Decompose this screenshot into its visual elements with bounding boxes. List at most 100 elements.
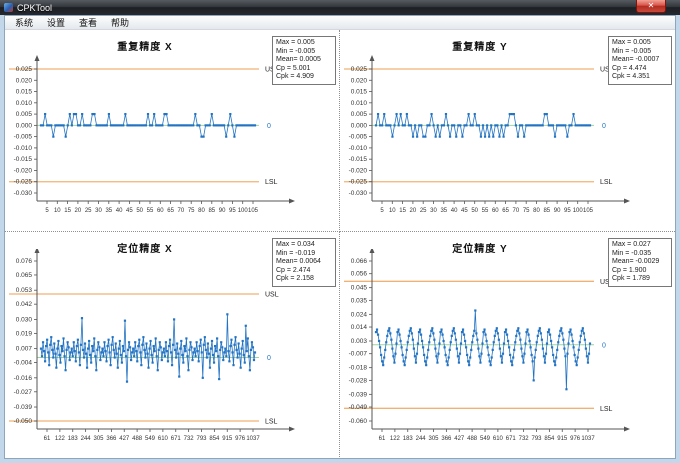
chart-panel-position-x: 定位精度 X Max = 0.034 Min = -0.019 Mean= 0.…: [5, 232, 340, 457]
svg-text:LSL: LSL: [265, 419, 278, 426]
svg-text:65: 65: [502, 208, 509, 214]
stats-box-position-x: Max = 0.034 Min = -0.019 Mean= 0.0064 Cp…: [272, 238, 336, 287]
stats-box-position-y: Max = 0.027 Min = -0.035 Mean= -0.0029 C…: [608, 238, 672, 287]
svg-text:70: 70: [178, 208, 185, 214]
svg-text:0.005: 0.005: [351, 111, 368, 118]
chart-title-repeat-y: 重复精度 Y: [340, 38, 620, 53]
svg-text:0.035: 0.035: [351, 297, 368, 304]
svg-text:USL: USL: [265, 292, 279, 299]
svg-text:671: 671: [171, 436, 182, 442]
svg-text:85: 85: [208, 208, 215, 214]
svg-text:1037: 1037: [246, 436, 260, 442]
svg-text:488: 488: [467, 436, 478, 442]
chart-panel-repeat-y: 重复精度 Y Max = 0.005 Min = -0.005 Mean= -0…: [340, 30, 675, 232]
svg-text:671: 671: [506, 436, 517, 442]
menu-item-help[interactable]: 帮助: [104, 15, 136, 30]
svg-text:LSL: LSL: [265, 179, 278, 186]
svg-text:40: 40: [116, 208, 123, 214]
window-body: 系统 设置 查看 帮助 重复精度 X Max = 0.005 Min = -0.…: [4, 15, 676, 459]
stat-min: Min = -0.005: [276, 48, 332, 57]
stat-min: Min = -0.035: [612, 250, 668, 259]
plot-position-y: USLLSL00.0660.0560.0450.0350.0240.0140.0…: [342, 249, 642, 449]
svg-text:549: 549: [145, 436, 156, 442]
menu-item-system[interactable]: 系统: [8, 15, 40, 30]
plot-position-x: USLLSL00.0760.0650.0530.0420.0300.0190.0…: [7, 249, 307, 449]
stat-mean: Mean= 0.0064: [276, 258, 332, 267]
svg-text:-0.030: -0.030: [14, 190, 33, 197]
svg-text:-0.060: -0.060: [349, 418, 368, 425]
svg-text:1037: 1037: [581, 436, 595, 442]
title-bar: CPKTool ✕: [0, 0, 680, 15]
plot-repeat-x: USLLSL00.0250.0200.0150.0100.0050.000-0.…: [7, 55, 307, 227]
svg-text:732: 732: [184, 436, 195, 442]
svg-text:5: 5: [45, 208, 49, 214]
svg-text:976: 976: [235, 436, 246, 442]
svg-text:85: 85: [543, 208, 550, 214]
svg-text:0.010: 0.010: [16, 100, 33, 107]
svg-text:0.045: 0.045: [351, 285, 368, 292]
svg-text:488: 488: [132, 436, 143, 442]
stat-cpk: Cpk = 4.909: [276, 73, 332, 82]
svg-text:40: 40: [451, 208, 458, 214]
svg-text:60: 60: [492, 208, 499, 214]
svg-text:75: 75: [523, 208, 530, 214]
close-button[interactable]: ✕: [636, 0, 666, 13]
svg-text:0.065: 0.065: [16, 272, 33, 279]
svg-text:15: 15: [64, 208, 71, 214]
svg-text:-0.027: -0.027: [14, 389, 33, 396]
svg-text:0.025: 0.025: [16, 66, 33, 73]
plot-repeat-y: USLLSL00.0250.0200.0150.0100.0050.000-0.…: [342, 55, 642, 227]
svg-text:305: 305: [428, 436, 439, 442]
stat-cpk: Cpk = 1.789: [612, 275, 668, 284]
svg-text:45: 45: [461, 208, 468, 214]
svg-text:45: 45: [126, 208, 133, 214]
svg-text:305: 305: [93, 436, 104, 442]
svg-text:0.005: 0.005: [16, 111, 33, 118]
stats-box-repeat-y: Max = 0.005 Min = -0.005 Mean= -0.0007 C…: [608, 36, 672, 85]
svg-text:90: 90: [219, 208, 226, 214]
menu-item-settings[interactable]: 设置: [40, 15, 72, 30]
svg-text:427: 427: [119, 436, 130, 442]
svg-text:0.014: 0.014: [351, 324, 368, 331]
svg-text:610: 610: [158, 436, 169, 442]
svg-text:-0.015: -0.015: [349, 156, 368, 163]
svg-text:0.015: 0.015: [351, 89, 368, 96]
stat-max: Max = 0.027: [612, 241, 668, 250]
svg-text:0.053: 0.053: [16, 287, 33, 294]
chart-title-repeat-x: 重复精度 X: [5, 38, 285, 53]
svg-text:0.020: 0.020: [351, 77, 368, 84]
svg-text:-0.025: -0.025: [14, 179, 33, 186]
stat-max: Max = 0.005: [276, 39, 332, 48]
svg-text:-0.020: -0.020: [14, 167, 33, 174]
svg-text:0: 0: [267, 355, 271, 362]
svg-text:-0.010: -0.010: [14, 145, 33, 152]
svg-text:122: 122: [390, 436, 401, 442]
svg-text:122: 122: [55, 436, 66, 442]
stat-mean: Mean= -0.0007: [612, 56, 668, 65]
svg-text:-0.030: -0.030: [349, 190, 368, 197]
svg-text:0.000: 0.000: [16, 122, 33, 129]
stat-cpk: Cpk = 2.158: [276, 275, 332, 284]
stat-cp: Cp = 1.900: [612, 267, 668, 276]
svg-text:15: 15: [399, 208, 406, 214]
window-title: CPKTool: [17, 3, 52, 13]
stat-max: Max = 0.005: [612, 39, 668, 48]
svg-text:30: 30: [430, 208, 437, 214]
svg-text:50: 50: [471, 208, 478, 214]
svg-text:10: 10: [389, 208, 396, 214]
svg-text:244: 244: [81, 436, 92, 442]
menu-item-view[interactable]: 查看: [72, 15, 104, 30]
svg-text:-0.028: -0.028: [349, 377, 368, 384]
svg-text:35: 35: [105, 208, 112, 214]
svg-text:854: 854: [544, 436, 555, 442]
svg-text:80: 80: [198, 208, 205, 214]
stat-min: Min = -0.005: [612, 48, 668, 57]
svg-text:915: 915: [557, 436, 568, 442]
svg-text:80: 80: [533, 208, 540, 214]
svg-text:LSL: LSL: [600, 179, 613, 186]
svg-text:55: 55: [482, 208, 489, 214]
svg-text:0: 0: [602, 342, 606, 349]
svg-text:366: 366: [441, 436, 452, 442]
svg-text:10: 10: [54, 208, 61, 214]
svg-text:35: 35: [440, 208, 447, 214]
